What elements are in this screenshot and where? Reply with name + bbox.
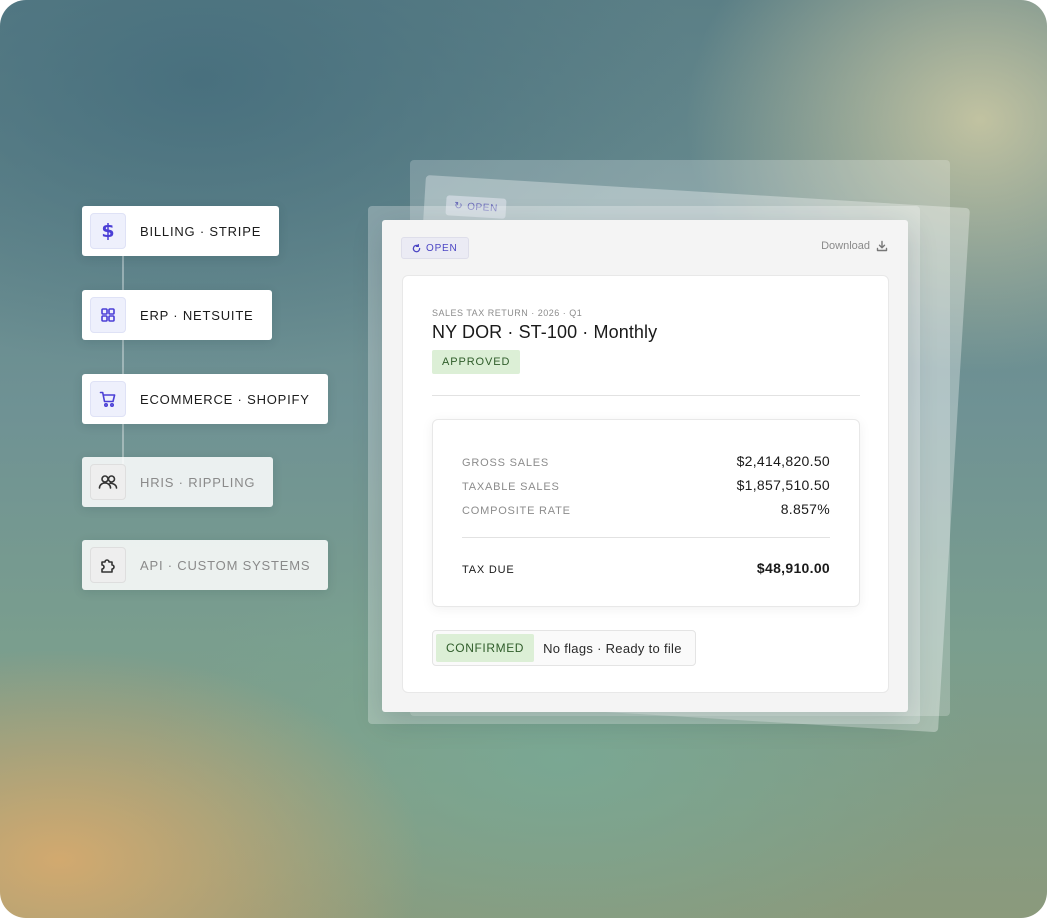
refresh-icon (412, 243, 421, 252)
return-eyebrow: SALES TAX RETURN · 2026 · Q1 (432, 308, 583, 318)
connector-api-custom-systems[interactable]: API · CUSTOM SYSTEMS (82, 540, 329, 590)
connector-hris-rippling[interactable]: HRIS · RIPPLING (82, 457, 274, 507)
download-label: Download (821, 240, 870, 252)
composite-rate-value: 8.857% (780, 501, 830, 517)
connector-label: API · CUSTOM SYSTEMS (140, 557, 311, 573)
background-canvas: $ BILLING · STRIPE ERP · NETSUITE ECOMME… (0, 0, 1047, 918)
confirmed-badge: CONFIRMED (436, 634, 535, 662)
connector-label: ERP · NETSUITE (140, 307, 254, 323)
tax-due-label: TAX DUE (462, 564, 515, 576)
tax-return-card: OPEN Download SALES TAX RETURN · 2026 · … (382, 220, 908, 712)
approval-badge: APPROVED (432, 350, 521, 374)
cart-icon (90, 381, 126, 417)
connector-billing-stripe[interactable]: $ BILLING · STRIPE (82, 206, 280, 256)
confirmation-note: No flags · Ready to file (543, 640, 682, 656)
connector-label: ECOMMERCE · SHOPIFY (140, 391, 310, 407)
download-button[interactable]: Download (821, 240, 888, 252)
download-icon (876, 240, 888, 252)
figures-divider (462, 537, 830, 538)
grid-icon (90, 297, 126, 333)
taxable-sales-label: TAXABLE SALES (462, 481, 560, 493)
tax-due-value: $48,910.00 (756, 560, 830, 576)
return-title: NY DOR · ST-100 · Monthly (432, 322, 658, 342)
dollar-icon: $ (90, 213, 126, 249)
gross-sales-row: GROSS SALES $2,414,820.50 (462, 453, 830, 469)
connector-label: BILLING · STRIPE (140, 223, 262, 239)
return-summary: SALES TAX RETURN · 2026 · Q1 NY DOR · ST… (402, 275, 889, 693)
confirmation-status: CONFIRMED No flags · Ready to file (432, 630, 696, 666)
taxable-sales-value: $1,857,510.50 (736, 477, 830, 493)
puzzle-icon (90, 547, 126, 583)
connector-ecommerce-shopify[interactable]: ECOMMERCE · SHOPIFY (82, 374, 328, 424)
status-badge: OPEN (401, 237, 469, 259)
composite-rate-label: COMPOSITE RATE (462, 505, 571, 517)
tax-figures-panel: GROSS SALES $2,414,820.50 TAXABLE SALES … (432, 419, 860, 607)
composite-rate-row: COMPOSITE RATE 8.857% (462, 501, 830, 517)
connector-label: HRIS · RIPPLING (140, 474, 256, 490)
gross-sales-value: $2,414,820.50 (736, 453, 830, 469)
section-divider (432, 395, 860, 396)
connector-erp-netsuite[interactable]: ERP · NETSUITE (82, 290, 272, 340)
users-icon (90, 464, 126, 500)
tax-due-row: TAX DUE $48,910.00 (462, 560, 830, 576)
taxable-sales-row: TAXABLE SALES $1,857,510.50 (462, 477, 830, 493)
gross-sales-label: GROSS SALES (462, 457, 550, 469)
